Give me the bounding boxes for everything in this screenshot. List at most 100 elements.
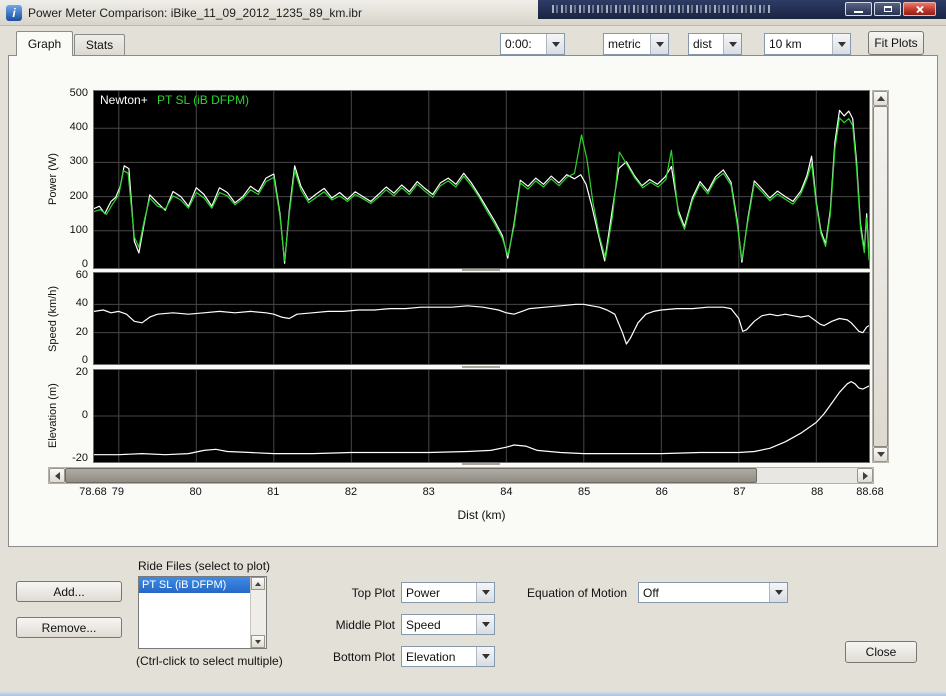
top-plot-combo[interactable]: Power bbox=[401, 582, 495, 603]
time-interval-combo[interactable]: 0:00: bbox=[500, 33, 565, 55]
units-combo[interactable]: metric bbox=[603, 33, 669, 55]
ride-files-listbox[interactable]: PT SL (iB DFPM) bbox=[138, 576, 267, 649]
dropdown-button[interactable] bbox=[546, 34, 564, 54]
listbox-scroll-up-button[interactable] bbox=[251, 577, 265, 590]
scroll-left-icon bbox=[54, 471, 60, 480]
middle-plot-combo[interactable]: Speed bbox=[401, 614, 495, 635]
scroll-down-button[interactable] bbox=[873, 447, 888, 462]
scroll-up-icon bbox=[255, 581, 261, 586]
middle-plot-value: Speed bbox=[406, 618, 441, 632]
y-tick-label: 40 bbox=[75, 297, 88, 310]
listbox-scroll-down-button[interactable] bbox=[251, 635, 265, 648]
y-tick-label: 0 bbox=[81, 354, 88, 366]
y-tick-label: 60 bbox=[75, 269, 88, 281]
x-tick-label: 86 bbox=[655, 486, 668, 498]
plot-legend: Newton+ PT SL (iB DFPM) bbox=[100, 93, 249, 107]
xaxis-mode-value: dist bbox=[693, 37, 712, 51]
dropdown-button[interactable] bbox=[476, 647, 494, 666]
y-tick-label: 0 bbox=[81, 409, 88, 421]
vertical-scroll-thumb[interactable] bbox=[873, 106, 888, 447]
chevron-down-icon bbox=[481, 622, 490, 627]
plot-separator-tick bbox=[462, 366, 500, 368]
tab-stats[interactable]: Stats bbox=[74, 34, 125, 56]
maximize-icon bbox=[883, 6, 892, 12]
desktop-edge-strip bbox=[0, 691, 946, 696]
horizontal-scroll-thumb[interactable] bbox=[65, 468, 757, 483]
add-file-button[interactable]: Add... bbox=[16, 581, 122, 602]
ctrl-click-hint: (Ctrl-click to select multiple) bbox=[136, 654, 283, 668]
power-meter-comparison-window: i Power Meter Comparison: iBike_11_09_20… bbox=[0, 0, 946, 696]
close-icon bbox=[915, 5, 924, 14]
x-tick-label: 88 bbox=[811, 486, 824, 498]
dropdown-button[interactable] bbox=[723, 34, 741, 54]
elevation-plot[interactable] bbox=[93, 369, 870, 463]
y-tick-label: -20 bbox=[72, 452, 88, 464]
xaxis-mode-combo[interactable]: dist bbox=[688, 33, 742, 55]
scroll-right-button[interactable] bbox=[857, 468, 873, 483]
range-combo[interactable]: 10 km bbox=[764, 33, 851, 55]
x-tick-label: 85 bbox=[577, 486, 591, 498]
bottom-plot-combo[interactable]: Elevation bbox=[401, 646, 495, 667]
y-tick-label: 20 bbox=[75, 366, 88, 378]
units-value: metric bbox=[608, 37, 641, 51]
x-axis-title: Dist (km) bbox=[457, 508, 506, 522]
window-title: Power Meter Comparison: iBike_11_09_2012… bbox=[28, 5, 362, 20]
equation-of-motion-combo[interactable]: Off bbox=[638, 582, 788, 603]
chevron-down-icon bbox=[481, 654, 490, 659]
remove-file-button[interactable]: Remove... bbox=[16, 617, 122, 638]
legend-ptsl: PT SL (iB DFPM) bbox=[157, 93, 250, 107]
ride-files-label: Ride Files (select to plot) bbox=[138, 559, 271, 573]
scroll-down-icon bbox=[876, 452, 885, 457]
dropdown-button[interactable] bbox=[769, 583, 787, 602]
scroll-right-icon bbox=[862, 471, 868, 480]
close-window-button[interactable] bbox=[903, 2, 936, 16]
list-item-ptsl[interactable]: PT SL (iB DFPM) bbox=[139, 577, 251, 593]
x-tick-labels: 78.68 79 80 81 82 83 84 85 86 87 88 88.68 bbox=[79, 486, 884, 500]
speed-plot[interactable] bbox=[93, 272, 870, 365]
maximize-button[interactable] bbox=[874, 2, 901, 16]
bottom-plot-value: Elevation bbox=[406, 650, 456, 664]
dropdown-button[interactable] bbox=[650, 34, 668, 54]
chevron-down-icon bbox=[481, 590, 490, 595]
close-dialog-button[interactable]: Close bbox=[845, 641, 917, 663]
time-interval-value: 0:00: bbox=[505, 37, 532, 51]
plot-vertical-scrollbar[interactable] bbox=[872, 90, 889, 463]
elevation-ytick-labels: -20 0 20 bbox=[57, 366, 90, 464]
plot-horizontal-scrollbar[interactable] bbox=[48, 467, 874, 484]
x-tick-label: 83 bbox=[422, 486, 435, 498]
tab-graph[interactable]: Graph bbox=[16, 31, 73, 56]
chevron-down-icon bbox=[837, 41, 846, 47]
minimize-icon bbox=[854, 10, 863, 13]
top-plot-label: Top Plot bbox=[351, 586, 395, 600]
scroll-left-button[interactable] bbox=[49, 468, 65, 483]
y-tick-label: 100 bbox=[69, 223, 88, 236]
y-tick-label: 200 bbox=[69, 189, 88, 202]
chevron-down-icon bbox=[774, 590, 783, 595]
equation-of-motion-label: Equation of Motion bbox=[527, 586, 628, 600]
scroll-down-icon bbox=[255, 639, 261, 644]
minimize-button[interactable] bbox=[845, 2, 872, 16]
dropdown-button[interactable] bbox=[832, 34, 850, 54]
speed-ytick-labels: 0 20 40 60 bbox=[57, 269, 90, 366]
x-tick-label: 78.68 bbox=[79, 486, 107, 498]
listbox-scrollbar[interactable] bbox=[250, 577, 266, 648]
fit-plots-button[interactable]: Fit Plots bbox=[868, 31, 924, 55]
power-ytick-labels: 0 100 200 300 400 500 bbox=[57, 87, 90, 270]
scroll-up-button[interactable] bbox=[873, 91, 888, 106]
x-tick-label: 87 bbox=[733, 486, 746, 498]
power-plot[interactable] bbox=[93, 90, 870, 269]
background-window-title-text bbox=[552, 5, 772, 13]
x-tick-label: 80 bbox=[189, 486, 202, 498]
y-tick-label: 500 bbox=[69, 87, 88, 99]
x-tick-label: 79 bbox=[111, 486, 125, 498]
y-tick-label: 20 bbox=[75, 325, 88, 338]
dropdown-button[interactable] bbox=[476, 583, 494, 602]
dropdown-button[interactable] bbox=[476, 615, 494, 634]
x-tick-label: 82 bbox=[344, 486, 358, 498]
scroll-up-icon bbox=[876, 96, 885, 101]
x-tick-label: 88.68 bbox=[856, 486, 884, 498]
y-tick-label: 300 bbox=[69, 155, 88, 168]
x-tick-label: 81 bbox=[267, 486, 280, 498]
x-tick-label: 84 bbox=[500, 486, 513, 498]
range-value: 10 km bbox=[769, 37, 802, 51]
